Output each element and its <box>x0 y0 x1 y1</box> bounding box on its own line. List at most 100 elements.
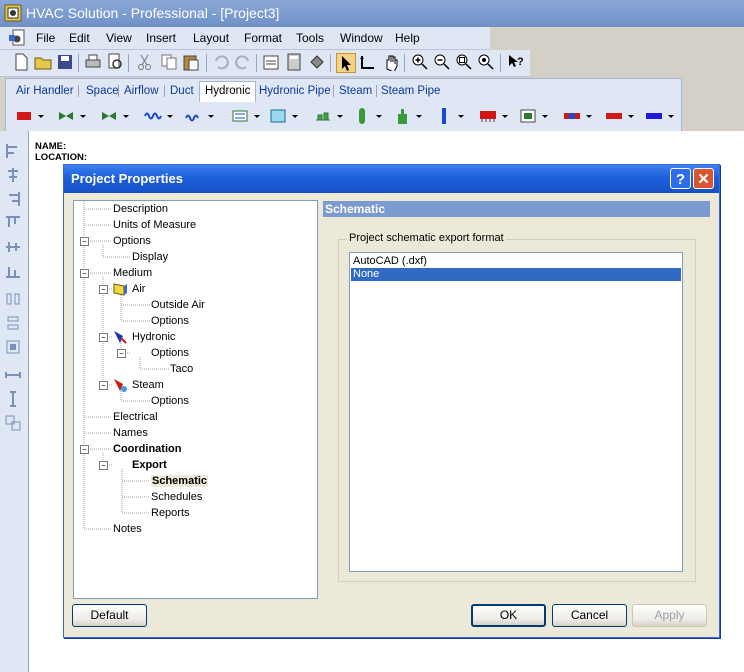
collapse-hydronic-icon[interactable]: − <box>99 333 108 342</box>
menu-window[interactable]: Window <box>340 31 383 45</box>
tree-item-names[interactable]: Names <box>113 425 148 441</box>
connect-tool-icon[interactable] <box>359 53 377 71</box>
chilled-pipe-dropdown-icon[interactable] <box>644 106 676 126</box>
calculator-icon[interactable] <box>285 53 303 71</box>
menu-layout[interactable]: Layout <box>193 31 229 45</box>
new-icon[interactable] <box>12 53 30 71</box>
strainer-dropdown-icon[interactable] <box>434 106 466 126</box>
chiller-dropdown-icon[interactable] <box>230 106 262 126</box>
tree-item-taco[interactable]: Taco <box>170 361 193 377</box>
tree-item-medium[interactable]: Medium <box>113 265 152 281</box>
select-pointer-icon[interactable] <box>336 53 356 73</box>
context-help-icon[interactable]: ? <box>507 53 525 71</box>
print-icon[interactable] <box>84 53 102 71</box>
space-vertical-icon[interactable] <box>5 315 21 331</box>
ok-button[interactable]: OK <box>471 604 546 627</box>
zoom-in-icon[interactable] <box>411 53 429 71</box>
tree-item-schedules[interactable]: Schedules <box>151 489 202 505</box>
dialog-titlebar[interactable]: Project Properties ? ✕ <box>64 165 719 193</box>
boiler-dropdown-icon[interactable] <box>313 106 345 126</box>
tree-item-hydronic-options[interactable]: Options <box>151 345 189 361</box>
pan-hand-icon[interactable] <box>382 53 400 71</box>
tree-item-air-options[interactable]: Options <box>151 313 189 329</box>
tab-airflow[interactable]: Airflow <box>119 82 164 100</box>
save-icon[interactable] <box>56 53 74 71</box>
apply-button[interactable]: Apply <box>632 604 707 627</box>
redo-icon[interactable] <box>234 53 252 71</box>
collapse-medium-icon[interactable]: − <box>80 269 89 278</box>
list-item-autocad[interactable]: AutoCAD (.dxf) <box>351 255 681 268</box>
tree-item-coordination[interactable]: Coordination <box>113 441 181 457</box>
tree-item-schematic[interactable]: Schematic <box>151 473 209 489</box>
collapse-options-icon[interactable]: − <box>80 237 89 246</box>
tab-duct[interactable]: Duct <box>165 82 199 100</box>
properties-tree[interactable]: − − − − − − − − Description Units of Mea… <box>73 200 318 599</box>
zoom-out-icon[interactable] <box>433 53 451 71</box>
tree-item-electrical[interactable]: Electrical <box>113 409 158 425</box>
tab-steam[interactable]: Steam <box>334 82 377 100</box>
properties-icon[interactable] <box>262 53 280 71</box>
copy-icon[interactable] <box>160 53 178 71</box>
tab-hydronic-pipe[interactable]: Hydronic Pipe <box>254 82 336 100</box>
menu-edit[interactable]: Edit <box>69 31 90 45</box>
tank-dropdown-icon[interactable] <box>268 106 300 126</box>
expansion-tank-dropdown-icon[interactable] <box>352 106 384 126</box>
collapse-air-icon[interactable]: − <box>99 285 108 294</box>
tab-steam-pipe[interactable]: Steam Pipe <box>376 82 445 100</box>
unit-heater-dropdown-icon[interactable] <box>518 106 550 126</box>
radiator-dropdown-icon[interactable] <box>478 106 510 126</box>
menu-insert[interactable]: Insert <box>146 31 176 45</box>
align-right-icon[interactable] <box>5 191 21 207</box>
align-center-icon[interactable] <box>5 167 21 183</box>
coil-dropdown-icon[interactable] <box>143 106 175 126</box>
return-pipe-dropdown-icon[interactable] <box>604 106 636 126</box>
valve-dropdown-icon[interactable] <box>56 106 88 126</box>
print-preview-icon[interactable] <box>106 53 124 71</box>
tree-item-hydronic[interactable]: Hydronic <box>132 329 175 345</box>
collapse-export-icon[interactable]: − <box>99 461 108 470</box>
tree-item-reports[interactable]: Reports <box>151 505 190 521</box>
cut-icon[interactable] <box>136 53 154 71</box>
list-item-none[interactable]: None <box>351 268 681 281</box>
menu-view[interactable]: View <box>106 31 132 45</box>
space-horizontal-icon[interactable] <box>5 291 21 307</box>
menu-file[interactable]: File <box>36 31 55 45</box>
separator-dropdown-icon[interactable] <box>392 106 424 126</box>
group-icon[interactable] <box>5 415 21 431</box>
open-folder-icon[interactable] <box>34 53 52 71</box>
tree-item-description[interactable]: Description <box>113 201 168 217</box>
heat-exchanger-dropdown-icon[interactable] <box>184 106 216 126</box>
menu-help[interactable]: Help <box>395 31 420 45</box>
paint-bucket-icon[interactable] <box>308 53 326 71</box>
align-top-icon[interactable] <box>5 215 21 231</box>
close-button[interactable]: ✕ <box>693 168 714 189</box>
tree-item-units-of-measure[interactable]: Units of Measure <box>113 217 196 233</box>
tree-item-air[interactable]: Air <box>132 281 145 297</box>
document-icon[interactable] <box>8 29 28 47</box>
collapse-coordination-icon[interactable]: − <box>80 445 89 454</box>
help-button[interactable]: ? <box>670 168 691 189</box>
same-height-icon[interactable] <box>5 391 21 407</box>
supply-pipe-dropdown-icon[interactable] <box>562 106 594 126</box>
align-bottom-icon[interactable] <box>5 263 21 279</box>
align-left-icon[interactable] <box>5 143 21 159</box>
cancel-button[interactable]: Cancel <box>552 604 627 627</box>
pump-dropdown-icon[interactable] <box>14 106 46 126</box>
tree-item-export[interactable]: Export <box>132 457 167 473</box>
same-size-icon[interactable] <box>5 339 21 355</box>
tree-item-notes[interactable]: Notes <box>113 521 142 537</box>
default-button[interactable]: Default <box>72 604 147 627</box>
zoom-fit-icon[interactable] <box>455 53 473 71</box>
check-valve-dropdown-icon[interactable] <box>99 106 131 126</box>
tab-air-handler[interactable]: Air Handler <box>11 82 79 100</box>
menu-tools[interactable]: Tools <box>296 31 324 45</box>
zoom-window-icon[interactable] <box>477 53 495 71</box>
tree-item-display[interactable]: Display <box>132 249 168 265</box>
tree-item-outside-air[interactable]: Outside Air <box>151 297 205 313</box>
paste-icon[interactable] <box>182 53 200 71</box>
same-width-icon[interactable] <box>5 367 21 383</box>
menu-format[interactable]: Format <box>244 31 282 45</box>
tree-item-options[interactable]: Options <box>113 233 151 249</box>
align-middle-icon[interactable] <box>5 239 21 255</box>
export-format-listbox[interactable]: AutoCAD (.dxf) None <box>349 252 683 572</box>
